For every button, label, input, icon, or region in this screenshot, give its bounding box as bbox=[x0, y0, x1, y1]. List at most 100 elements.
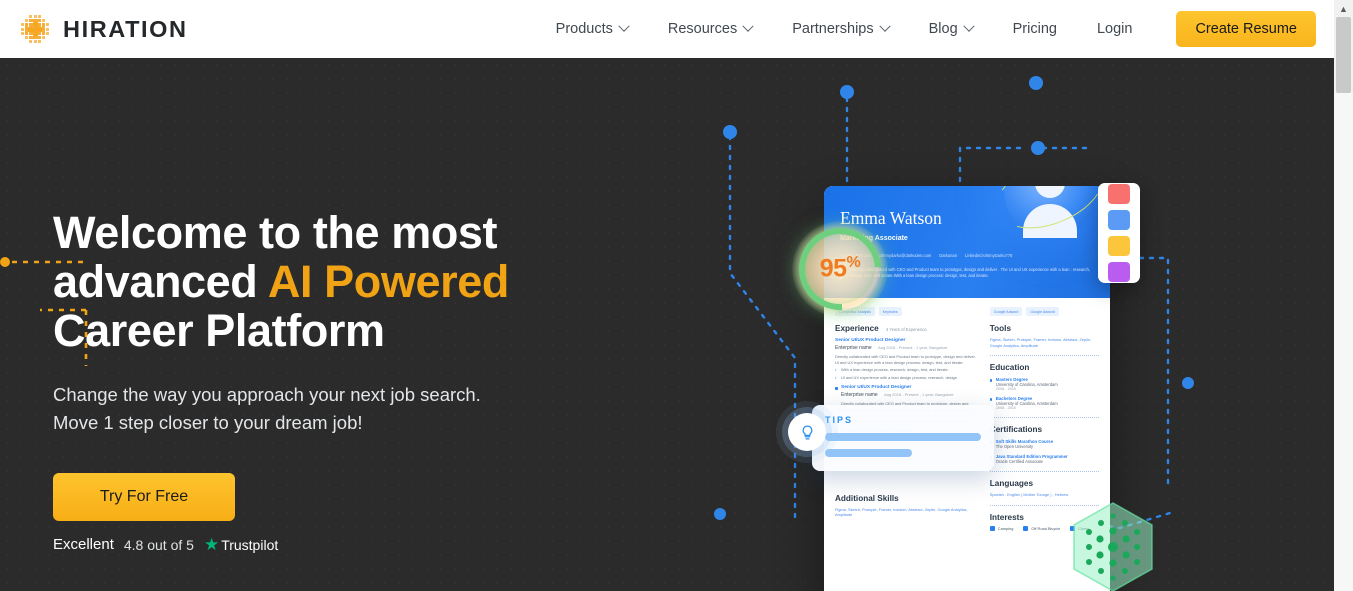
page-title: Welcome to the most advanced AI Powered … bbox=[53, 208, 673, 355]
green-hexagon-dots-icon bbox=[1073, 502, 1153, 591]
experience-heading: Experience 4 Years of Experience bbox=[835, 324, 980, 333]
try-for-free-button[interactable]: Try For Free bbox=[53, 473, 235, 521]
resume-skill-tags-right: Google Adword Google Adword bbox=[989, 307, 1099, 316]
education-heading: Education bbox=[989, 363, 1030, 373]
chevron-down-icon bbox=[962, 20, 975, 32]
network-node bbox=[840, 85, 854, 99]
education-dates: 2008 - 2010 bbox=[995, 387, 1017, 392]
experience-title: Senior UI/UX Product Designer bbox=[841, 385, 912, 391]
experience-heading-text: Experience bbox=[835, 324, 879, 333]
experience-entry: Senior UI/UX Product Designer Enterprise… bbox=[835, 338, 980, 380]
nav-item-resources[interactable]: Resources bbox=[648, 20, 772, 37]
interest-label: Off Road Bicycle bbox=[1031, 525, 1061, 531]
trust-rating-word: Excellent bbox=[53, 536, 114, 553]
divider bbox=[989, 355, 1099, 357]
additional-skills-heading: Additional Skills bbox=[835, 493, 899, 503]
headline-line-3: Career Platform bbox=[53, 305, 385, 356]
hero-illustration: Emma Watson Marketing Associate +1 8862 … bbox=[700, 58, 1334, 591]
network-node bbox=[1031, 141, 1045, 155]
subcopy-line-2: Move 1 step closer to your dream job! bbox=[53, 412, 363, 433]
hero-section: Welcome to the most advanced AI Powered … bbox=[0, 58, 1334, 591]
nav-label-partnerships: Partnerships bbox=[792, 21, 874, 37]
education-entry: Masters Degree University of Carolina, A… bbox=[989, 377, 1099, 392]
education-entry: Bachelors Degree University of Carolina,… bbox=[989, 396, 1099, 411]
education-dates: 2008 - 2010 bbox=[995, 406, 1017, 411]
tips-title: TIPS bbox=[825, 415, 854, 425]
network-node bbox=[1182, 377, 1194, 389]
certification-issuer: The Open University bbox=[995, 444, 1034, 450]
certification-entry: Soft Skills Marathon Course The Open Uni… bbox=[989, 439, 1099, 450]
nav-item-pricing[interactable]: Pricing bbox=[993, 21, 1077, 37]
swatch-red[interactable] bbox=[1108, 184, 1130, 204]
tips-placeholder-bar bbox=[825, 449, 913, 457]
nav-label-pricing: Pricing bbox=[1012, 21, 1057, 37]
certifications-heading: Certifications bbox=[989, 425, 1043, 435]
score-number: 95 bbox=[819, 254, 847, 283]
skill-tag: Google Adword bbox=[1026, 307, 1059, 316]
additional-skills-body: Figma, Sketch, Protopie, Framer, Invisio… bbox=[835, 506, 968, 518]
hero-subcopy: Change the way you approach your next jo… bbox=[53, 381, 673, 437]
experience-company: Enterprise name Aug 2018 - Present - 1 y… bbox=[841, 392, 980, 398]
brand-name: HIRATION bbox=[63, 15, 188, 42]
headline-line-2-accent: AI Powered bbox=[267, 256, 509, 307]
languages-body: Spanish , English ( Mother Tounge ) , He… bbox=[989, 492, 1069, 498]
company-dates: Aug 2018 - Present - 1 year, Bangalore bbox=[878, 345, 948, 350]
nav-label-products: Products bbox=[555, 21, 613, 37]
network-node bbox=[723, 125, 737, 139]
company-dates: Aug 2018 - Present - 1 year, Bangalore bbox=[884, 392, 954, 398]
scrollbar-track[interactable] bbox=[1334, 93, 1353, 591]
trustpilot-brand: ★ Trustpilot bbox=[204, 536, 278, 553]
experience-meta: 4 Years of Experience bbox=[885, 327, 927, 332]
company-name: Enterprise name bbox=[841, 392, 878, 399]
nav-item-blog[interactable]: Blog bbox=[909, 20, 993, 37]
experience-paragraph: Directly collaborated with CEO and Produ… bbox=[835, 354, 976, 365]
interest-label: Camping bbox=[997, 525, 1014, 531]
lightbulb-icon bbox=[788, 413, 826, 451]
tools-heading: Tools bbox=[989, 324, 1012, 333]
languages-heading: Languages bbox=[989, 479, 1034, 489]
additional-skills-block: Additional Skills Figma, Sketch, Protopi… bbox=[835, 494, 980, 518]
swatch-yellow[interactable] bbox=[1108, 236, 1130, 256]
trust-score-text: 4.8 out of 5 bbox=[123, 536, 194, 553]
headline-line-1: Welcome to the most bbox=[53, 207, 498, 258]
resume-score-badge: 95% bbox=[782, 211, 898, 327]
nav-item-products[interactable]: Products bbox=[536, 20, 648, 37]
network-node bbox=[714, 508, 726, 520]
hiration-dots-logo-icon bbox=[18, 12, 52, 46]
nav-label-login: Login bbox=[1096, 21, 1133, 37]
company-name: Enterprise name bbox=[835, 345, 872, 351]
headline-line-2-plain: advanced bbox=[53, 256, 268, 307]
swatch-purple[interactable] bbox=[1108, 262, 1130, 282]
tools-body: Figma, Sketch, Protopie, Framer, Invisio… bbox=[989, 337, 1092, 348]
tips-card[interactable]: TIPS bbox=[812, 405, 994, 471]
experience-bullet: UI and UX experience with a lean design … bbox=[835, 375, 980, 381]
hero-copy: Welcome to the most advanced AI Powered … bbox=[53, 208, 673, 553]
skill-tag: Google Adword bbox=[989, 307, 1023, 316]
chevron-down-icon bbox=[618, 20, 630, 32]
certification-entry: Java Standard Edition Programmer Oracle … bbox=[989, 454, 1099, 465]
main-nav: Products Resources Partnerships Blog Pri… bbox=[536, 11, 1316, 47]
scrollbar-thumb[interactable] bbox=[1336, 17, 1351, 93]
trustpilot-rating[interactable]: Excellent 4.8 out of 5 ★ Trustpilot bbox=[53, 536, 673, 553]
resume-right-column: Google Adword Google Adword Tools Figma,… bbox=[989, 307, 1099, 531]
nav-item-partnerships[interactable]: Partnerships bbox=[772, 20, 908, 37]
score-unit: % bbox=[846, 254, 861, 272]
tips-placeholder-bar bbox=[825, 433, 981, 441]
divider bbox=[989, 417, 1099, 419]
network-node bbox=[1029, 76, 1043, 90]
interest-item: Camping bbox=[989, 525, 1014, 531]
color-swatch-panel[interactable] bbox=[1098, 183, 1140, 283]
scroll-up-arrow-icon[interactable]: ▲ bbox=[1334, 0, 1353, 17]
trustpilot-brand-name: Trustpilot bbox=[221, 536, 279, 553]
divider bbox=[989, 471, 1099, 473]
certification-issuer: Oracle Certified Associate bbox=[995, 459, 1043, 465]
contact-location: Darkonan bbox=[939, 253, 958, 258]
nav-item-login[interactable]: Login bbox=[1077, 21, 1152, 37]
swatch-blue[interactable] bbox=[1108, 210, 1130, 230]
trustpilot-star-icon: ★ bbox=[203, 535, 220, 554]
site-header: HIRATION Products Resources Partnerships… bbox=[0, 0, 1334, 58]
brand-logo[interactable]: HIRATION bbox=[18, 12, 188, 46]
vertical-scrollbar[interactable]: ▲ bbox=[1334, 0, 1353, 591]
nav-label-blog: Blog bbox=[928, 21, 958, 37]
create-resume-button[interactable]: Create Resume bbox=[1176, 11, 1316, 47]
